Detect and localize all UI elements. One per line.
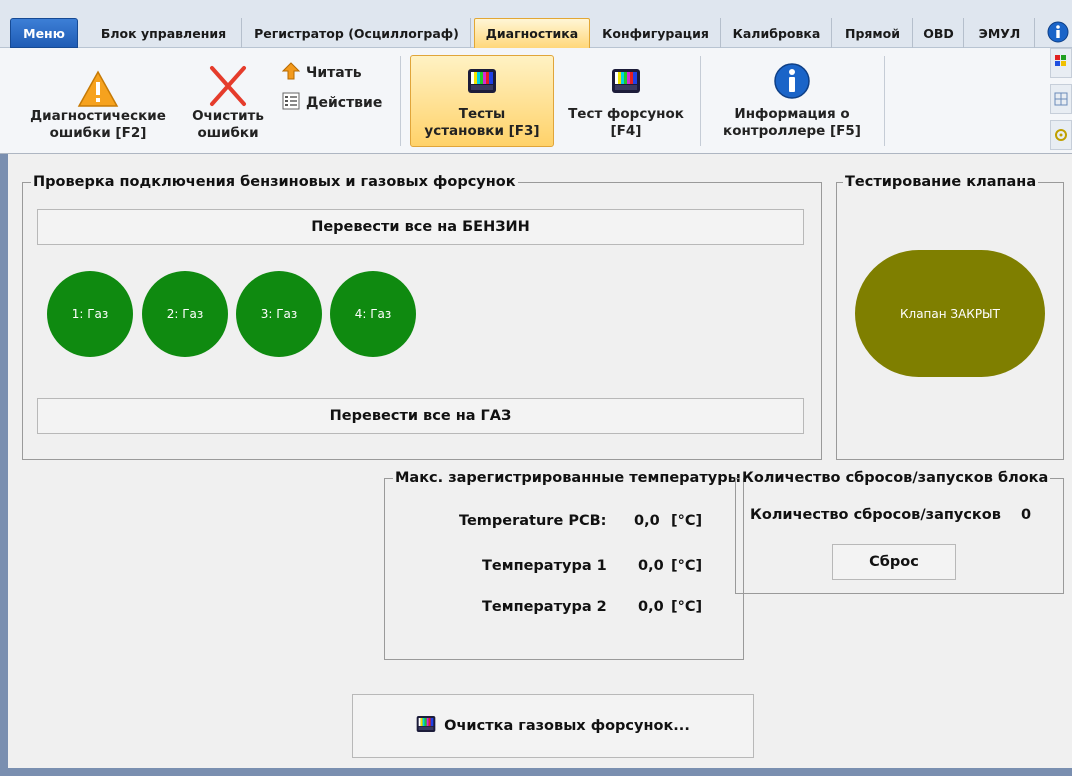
temp-2-unit: [°C]: [671, 599, 703, 615]
tab-recorder[interactable]: Регистратор (Осциллограф): [243, 18, 471, 48]
ribbon-separator: [700, 56, 701, 146]
ribbon-tab-bar: Меню Блок управления Регистратор (Осцилл…: [0, 0, 1072, 48]
injector-test-label-2: [F4]: [610, 123, 642, 139]
tab-control-block[interactable]: Блок управления: [86, 18, 242, 48]
resets-count-label: Количество сбросов/запусков: [750, 507, 1001, 523]
injector-3-indicator[interactable]: 3: Газ: [236, 271, 322, 357]
clear-errors-label-1: Очистить: [192, 108, 264, 124]
controller-info-label-1: Информация о: [734, 106, 850, 122]
reset-button[interactable]: Сброс: [832, 544, 956, 580]
checklist-icon: [282, 92, 300, 114]
action-label: Действие: [306, 95, 383, 111]
tab-configuration[interactable]: Конфигурация: [591, 18, 721, 48]
clear-errors-button[interactable]: Очистить ошибки: [186, 58, 270, 150]
tab-obd[interactable]: OBD: [914, 18, 964, 48]
test-pattern-icon: [411, 56, 553, 106]
resets-title: Количество сбросов/запусков блока: [742, 470, 1049, 486]
diagnostic-errors-label-2: ошибки [F2]: [49, 125, 147, 141]
temp-2-value: 0,0: [638, 599, 664, 615]
clear-errors-label-2: ошибки: [197, 125, 259, 141]
palette-icon[interactable]: [1050, 48, 1072, 78]
resets-count-value: 0: [1021, 507, 1032, 523]
switch-all-gas-button[interactable]: Перевести все на ГАЗ: [37, 398, 804, 434]
temp-2-label: Температура 2: [482, 599, 607, 615]
action-button[interactable]: Действие: [282, 92, 382, 114]
arrow-up-icon: [281, 62, 301, 84]
temp-1-unit: [°C]: [671, 558, 703, 574]
ribbon-panel: Диагностические ошибки [F2] Очистить оши…: [0, 48, 1072, 154]
injector-check-title: Проверка подключения бензиновых и газовы…: [33, 174, 516, 190]
ribbon-separator: [400, 56, 401, 146]
clean-gas-injectors-button[interactable]: Очистка газовых форсунок...: [352, 694, 754, 758]
temp-pcb-value: 0,0: [634, 513, 660, 529]
max-temperatures-title: Макс. зарегистрированные температуры: [395, 470, 741, 486]
diagnostic-errors-button[interactable]: Диагностические ошибки [F2]: [22, 58, 174, 150]
injector-2-indicator[interactable]: 2: Газ: [142, 271, 228, 357]
install-tests-label-2: установки [F3]: [424, 123, 540, 139]
read-button[interactable]: Читать: [281, 62, 362, 84]
temp-pcb-label: Temperature PCB:: [459, 513, 607, 529]
valve-test-title: Тестирование клапана: [845, 174, 1037, 190]
warning-icon: [22, 58, 174, 108]
tab-menu[interactable]: Меню: [10, 18, 78, 48]
temp-1-label: Температура 1: [482, 558, 607, 574]
valve-state-indicator[interactable]: Клапан ЗАКРЫТ: [855, 250, 1045, 377]
read-label: Читать: [306, 65, 362, 81]
temp-pcb-unit: [°C]: [671, 513, 703, 529]
temp-1-value: 0,0: [638, 558, 664, 574]
test-pattern-icon: [556, 56, 696, 106]
injector-test-label-1: Тест форсунок: [568, 106, 684, 122]
controller-info-label-2: контроллере [F5]: [723, 123, 861, 139]
close-icon: [186, 58, 270, 108]
tab-direct[interactable]: Прямой: [833, 18, 913, 48]
info-icon: [712, 56, 872, 106]
test-pattern-icon: [416, 715, 436, 737]
install-tests-label-1: Тесты: [458, 106, 506, 122]
info-icon[interactable]: [1046, 20, 1070, 44]
grid-icon[interactable]: [1050, 84, 1072, 114]
diagnostic-errors-label-1: Диагностические: [30, 108, 166, 124]
controller-info-button[interactable]: Информация о контроллере [F5]: [712, 56, 872, 148]
tab-emul[interactable]: ЭМУЛ: [965, 18, 1035, 48]
tab-calibration[interactable]: Калибровка: [722, 18, 832, 48]
tab-diagnostics[interactable]: Диагностика: [474, 18, 590, 48]
settings-icon[interactable]: [1050, 120, 1072, 150]
injector-4-indicator[interactable]: 4: Газ: [330, 271, 416, 357]
ribbon-separator: [884, 56, 885, 146]
switch-all-petrol-button[interactable]: Перевести все на БЕНЗИН: [37, 209, 804, 245]
install-tests-button[interactable]: Тесты установки [F3]: [410, 55, 554, 147]
injector-1-indicator[interactable]: 1: Газ: [47, 271, 133, 357]
injector-test-button[interactable]: Тест форсунок [F4]: [556, 56, 696, 148]
clean-gas-injectors-label: Очистка газовых форсунок...: [444, 718, 690, 734]
